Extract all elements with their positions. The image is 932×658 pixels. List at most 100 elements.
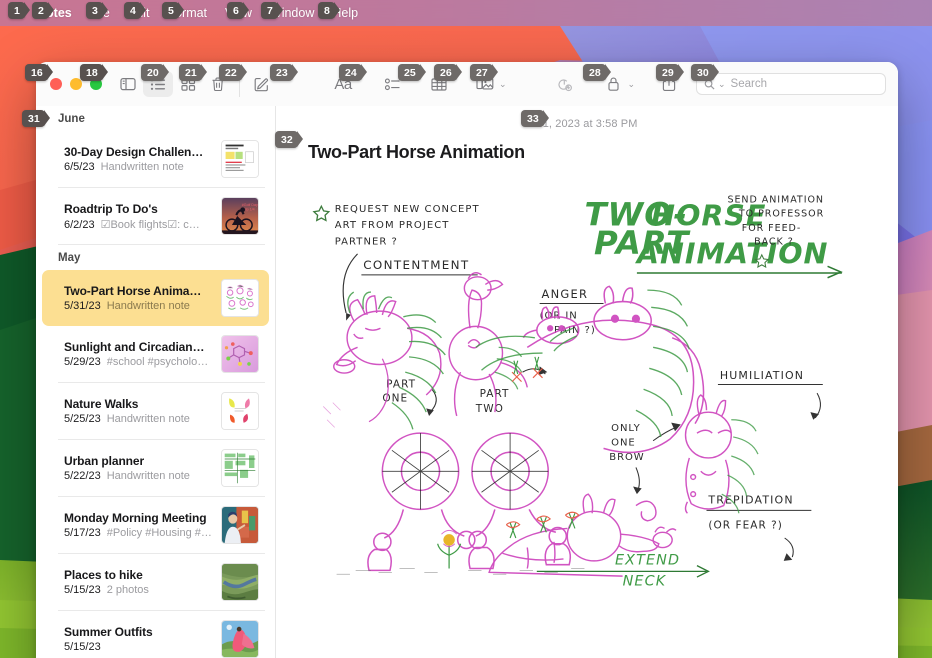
note-thumbnail-hike — [221, 563, 259, 601]
note-title: Summer Outfits — [64, 625, 153, 639]
note-preview: 2 photos — [106, 584, 149, 596]
note-title: Sunlight and Circadian… — [64, 340, 205, 354]
svg-text:BACK ?: BACK ? — [754, 236, 794, 247]
svg-text:HUMILIATION: HUMILIATION — [720, 369, 804, 382]
annotation-tag-2: 2 — [32, 2, 54, 19]
note-preview: Handwritten note — [100, 161, 184, 173]
note-date: 5/15/23 — [64, 641, 101, 653]
svg-text:ANIMATION: ANIMATION — [635, 236, 829, 270]
list-item[interactable]: Urban planner 5/22/23 Handwritten note — [42, 440, 269, 496]
note-thumbnail-leaves — [221, 392, 259, 430]
note-title: Urban planner — [64, 454, 145, 468]
note-detail-pane[interactable]: 31, 2023 at 3:58 PM Two-Part Horse Anima… — [276, 106, 898, 658]
svg-text:ANGER: ANGER — [542, 287, 589, 301]
collaborate-icon[interactable] — [550, 71, 580, 97]
sidebar-toggle-icon[interactable] — [113, 71, 143, 97]
search-chevron-down-icon[interactable]: ⌄ — [718, 79, 726, 90]
list-item[interactable]: Summer Outfits 5/15/23 — [42, 611, 269, 658]
note-thumbnail-outfit — [221, 620, 259, 658]
svg-text:PARTNER ?: PARTNER ? — [335, 236, 398, 247]
annotation-tag-31: 31 — [22, 110, 50, 127]
annotation-tag-32: 32 — [275, 131, 303, 148]
note-date: 5/22/23 — [64, 470, 101, 482]
page-title: Two-Part Horse Animation — [308, 142, 525, 162]
note-item-text: Roadtrip To Do's 6/2/23 ☑Book flights☑: … — [64, 202, 213, 231]
annotation-tag-29: 29 — [656, 64, 684, 81]
note-meta: 5/15/23 2 photos — [64, 584, 213, 596]
annotation-tag-27: 27 — [470, 64, 498, 81]
media-chevron-down-icon[interactable]: ⌄ — [499, 79, 507, 90]
annotation-tag-6: 6 — [227, 2, 249, 19]
svg-text:ART FROM PROJECT: ART FROM PROJECT — [335, 220, 450, 231]
note-thumbnail-doc — [221, 140, 259, 178]
annotation-tag-7: 7 — [261, 2, 283, 19]
note-item-text: Monday Morning Meeting 5/17/23 #Policy #… — [64, 511, 213, 539]
note-date: 5/17/23 — [64, 527, 101, 539]
annotation-tag-18: 18 — [80, 64, 108, 81]
svg-text:#Golf Day: #Golf Day — [242, 203, 258, 207]
annotation-tag-21: 21 — [179, 64, 207, 81]
note-item-text: Two-Part Horse Anima… 5/31/23 Handwritte… — [64, 284, 213, 312]
note-meta: 5/25/23 Handwritten note — [64, 413, 213, 425]
handwritten-drawing: REQUEST NEW CONCEPT ART FROM PROJECT PAR… — [308, 185, 880, 605]
svg-text:ONLY: ONLY — [611, 423, 641, 434]
list-item[interactable]: 30-Day Design Challen… 6/5/23 Handwritte… — [42, 131, 269, 187]
note-thumbnail-plan — [221, 449, 259, 487]
handwritten-canvas[interactable]: REQUEST NEW CONCEPT ART FROM PROJECT PAR… — [276, 163, 898, 615]
svg-text:(OR FEAR ?): (OR FEAR ?) — [708, 519, 783, 531]
list-item[interactable]: Places to hike 5/15/23 2 photos — [42, 554, 269, 610]
note-title: Two-Part Horse Anima… — [64, 284, 202, 298]
note-item-text: Sunlight and Circadian… 5/29/23 #school … — [64, 340, 213, 368]
note-thumbnail-horse — [221, 279, 259, 317]
annotation-tag-8: 8 — [318, 2, 340, 19]
annotation-tag-25: 25 — [398, 64, 426, 81]
list-item[interactable]: Sunlight and Circadian… 5/29/23 #school … — [42, 326, 269, 382]
svg-text:TREPIDATION: TREPIDATION — [707, 494, 793, 507]
group-header-may: May — [58, 252, 81, 264]
note-item-text: Summer Outfits 5/15/23 — [64, 625, 213, 653]
svg-text:FOR FEED-: FOR FEED- — [742, 223, 801, 234]
note-timestamp: 31, 2023 at 3:58 PM — [536, 118, 638, 130]
note-title: 30-Day Design Challen… — [64, 145, 204, 159]
note-title: Roadtrip To Do's — [64, 201, 158, 216]
svg-text:TO PROFESSOR: TO PROFESSOR — [738, 209, 824, 220]
note-item-text: Nature Walks 5/25/23 Handwritten note — [64, 397, 213, 425]
group-header-june: June — [58, 113, 85, 125]
note-date: 5/29/23 — [64, 356, 101, 368]
annotation-tag-26: 26 — [434, 64, 462, 81]
annotation-tag-16: 16 — [25, 64, 53, 81]
annotation-tag-30: 30 — [691, 64, 719, 81]
list-item[interactable]: Roadtrip To Do's 6/2/23 ☑Book flights☑: … — [42, 188, 269, 244]
note-preview: #Policy #Housing #… — [106, 527, 212, 539]
note-date: 5/15/23 — [64, 584, 101, 596]
note-title: Monday Morning Meeting — [64, 511, 207, 525]
list-item[interactable]: Nature Walks 5/25/23 Handwritten note — [42, 383, 269, 439]
note-title: Nature Walks — [64, 397, 139, 411]
annotation-tag-24: 24 — [339, 64, 367, 81]
note-preview: ☑Book flights☑: c… — [100, 218, 200, 231]
annotation-tag-3: 3 — [86, 2, 108, 19]
svg-text:NECK: NECK — [623, 574, 667, 590]
note-meta: 5/29/23 #school #psycholo… — [64, 356, 213, 368]
note-meta: 5/31/23 Handwritten note — [64, 300, 213, 312]
window-body: June 30-Day Design Challen… 6/5/23 Handw… — [36, 106, 898, 658]
annotation-tag-33: 33 — [521, 110, 549, 127]
list-item[interactable]: Monday Morning Meeting 5/17/23 #Policy #… — [42, 497, 269, 553]
notes-window: Aa ⌄ ⌄ ⌄ Search June 30-Day Design Chall… — [36, 62, 898, 658]
search-field[interactable]: ⌄ — [696, 73, 886, 95]
lock-chevron-down-icon[interactable]: ⌄ — [627, 79, 635, 90]
note-date: 6/5/23 — [64, 161, 95, 173]
note-list[interactable]: June 30-Day Design Challen… 6/5/23 Handw… — [36, 106, 276, 658]
note-item-text: 30-Day Design Challen… 6/5/23 Handwritte… — [64, 145, 213, 173]
annotation-tag-1: 1 — [8, 2, 30, 19]
svg-text:REQUEST NEW CONCEPT: REQUEST NEW CONCEPT — [335, 204, 480, 215]
annotation-tag-4: 4 — [124, 2, 146, 19]
svg-text:SEND ANIMATION: SEND ANIMATION — [727, 194, 824, 205]
list-item-selected[interactable]: Two-Part Horse Anima… 5/31/23 Handwritte… — [42, 270, 269, 326]
note-date: 5/25/23 — [64, 413, 101, 425]
search-input[interactable] — [730, 78, 878, 90]
note-meta: 5/17/23 #Policy #Housing #… — [64, 527, 213, 539]
svg-text:ONE: ONE — [611, 438, 636, 449]
svg-text:BROW: BROW — [609, 452, 644, 463]
note-thumbnail-molecule — [221, 335, 259, 373]
